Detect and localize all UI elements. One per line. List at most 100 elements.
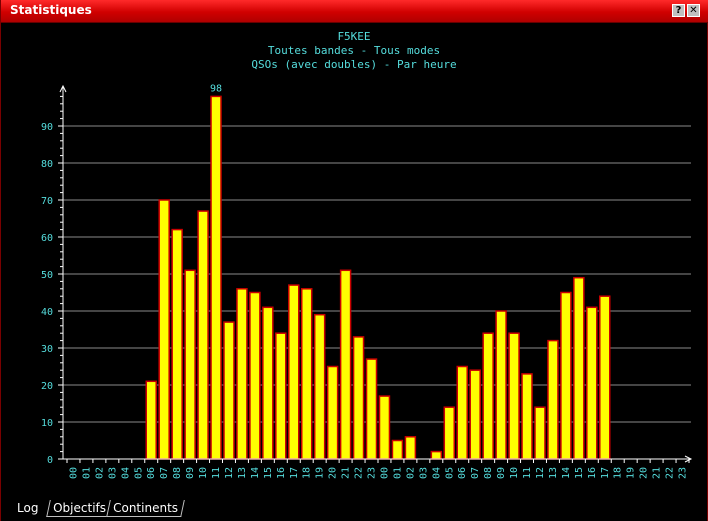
tab-objectifs-label: Objectifs <box>53 501 107 515</box>
x-tick-label: 07 <box>159 467 170 479</box>
bars <box>145 95 611 460</box>
x-tick-label: 13 <box>548 467 559 479</box>
bar <box>326 365 339 460</box>
x-tick-label: 05 <box>444 467 455 479</box>
bar <box>456 365 468 460</box>
title-bar[interactable]: Statistiques ? ✕ <box>1 0 708 23</box>
y-tick-label: 30 <box>41 344 53 355</box>
bar <box>391 439 404 460</box>
x-tick-label: 18 <box>302 467 313 479</box>
x-tick-label: 08 <box>172 467 183 479</box>
bar <box>521 373 533 460</box>
x-tick-label: 15 <box>263 467 274 479</box>
y-tick-label: 70 <box>41 196 53 207</box>
y-tick-label: 80 <box>41 159 53 170</box>
x-tick-label: 11 <box>522 467 533 479</box>
x-tick-label: 20 <box>639 467 650 479</box>
bar <box>262 306 274 460</box>
tab-objectifs[interactable]: Objectifs <box>46 500 113 517</box>
bar <box>586 306 598 460</box>
x-tick-label: 23 <box>367 467 378 479</box>
bar <box>301 288 313 460</box>
x-tick-label: 17 <box>600 467 611 479</box>
bar <box>352 336 365 460</box>
tab-bar: Log Objectifs Continents <box>1 498 708 521</box>
y-tick-label: 90 <box>41 122 53 133</box>
bar <box>495 310 507 460</box>
x-tick-label: 19 <box>315 467 326 479</box>
bar <box>210 95 222 460</box>
x-tick-label: 14 <box>561 467 572 479</box>
max-value-label: 98 <box>210 83 222 94</box>
x-tick-label: 03 <box>107 467 118 479</box>
x-tick-label: 02 <box>94 467 105 479</box>
x-tick-label: 15 <box>574 467 585 479</box>
y-tick-label: 10 <box>41 418 53 429</box>
chart-subtitle-1: Toutes bandes - Tous modes <box>268 44 440 57</box>
tab-log-label: Log <box>17 501 39 515</box>
x-tick-label: 04 <box>431 467 442 479</box>
x-tick-label: 05 <box>133 467 144 479</box>
x-tick-label: 04 <box>120 467 131 479</box>
x-tick-label: 13 <box>237 467 248 479</box>
bar <box>184 269 196 460</box>
statistics-window: Statistiques ? ✕ F5KEE Toutes bandes - T… <box>0 0 708 521</box>
bar <box>534 406 546 460</box>
x-tick-label: 20 <box>328 467 339 479</box>
bar <box>275 332 287 460</box>
bar <box>508 332 520 460</box>
x-tick-label: 21 <box>652 467 663 479</box>
bar <box>145 380 157 460</box>
x-tick-label: 02 <box>405 467 416 479</box>
x-tick-label: 09 <box>496 467 507 479</box>
y-tick-labels: 0 10 20 30 40 50 60 70 80 90 <box>41 122 53 466</box>
bar <box>430 450 443 460</box>
hourly-qso-chart: F5KEE Toutes bandes - Tous modes QSOs (a… <box>41 30 693 479</box>
y-tick-label: 40 <box>41 307 53 318</box>
tab-log[interactable]: Log <box>13 500 42 516</box>
bar <box>171 228 183 460</box>
y-tick-label: 50 <box>41 270 53 281</box>
y-tick-label: 20 <box>41 381 53 392</box>
x-tick-label: 12 <box>535 467 546 479</box>
tab-continents-label: Continents <box>113 501 179 515</box>
x-tick-label: 21 <box>341 467 352 479</box>
x-tick-label: 08 <box>483 467 494 479</box>
x-tick-label: 06 <box>457 467 468 479</box>
chart-title: F5KEE <box>337 30 370 43</box>
close-button[interactable]: ✕ <box>687 4 700 17</box>
bar <box>365 358 378 460</box>
bar <box>288 284 300 460</box>
x-tick-label: 01 <box>392 467 403 479</box>
chart-subtitle-2: QSOs (avec doubles) - Par heure <box>251 58 456 71</box>
help-button[interactable]: ? <box>672 4 685 17</box>
y-tick-label: 0 <box>47 455 53 466</box>
bar <box>223 321 235 460</box>
x-tick-label: 17 <box>289 467 300 479</box>
tab-continents[interactable]: Continents <box>106 500 185 517</box>
x-tick-label: 10 <box>509 467 520 479</box>
x-tick-label: 09 <box>185 467 196 479</box>
bar <box>599 295 611 460</box>
bar <box>158 199 170 460</box>
x-tick-label: 11 <box>211 467 222 479</box>
bar <box>339 269 352 460</box>
x-tick-label: 00 <box>68 467 79 479</box>
x-tick-label: 23 <box>678 467 689 479</box>
x-tick-label: 00 <box>379 467 390 479</box>
x-tick-labels: 00 01 02 03 04 05 06 07 08 09 10 11 12 13 14 15 16 17 18 19… <box>68 467 688 479</box>
x-tick-label: 16 <box>276 467 287 479</box>
bar <box>469 369 481 460</box>
x-tick-label: 01 <box>81 467 92 479</box>
x-tick-label: 22 <box>354 467 365 479</box>
y-tick-label: 60 <box>41 233 53 244</box>
bar <box>482 332 494 460</box>
bar <box>197 210 209 460</box>
bar <box>573 276 585 460</box>
bar <box>443 406 455 460</box>
x-tick-label: 18 <box>613 467 624 479</box>
x-tick-label: 14 <box>250 467 261 479</box>
window-title: Statistiques <box>10 3 92 17</box>
bar <box>378 395 391 460</box>
bar <box>404 436 417 460</box>
